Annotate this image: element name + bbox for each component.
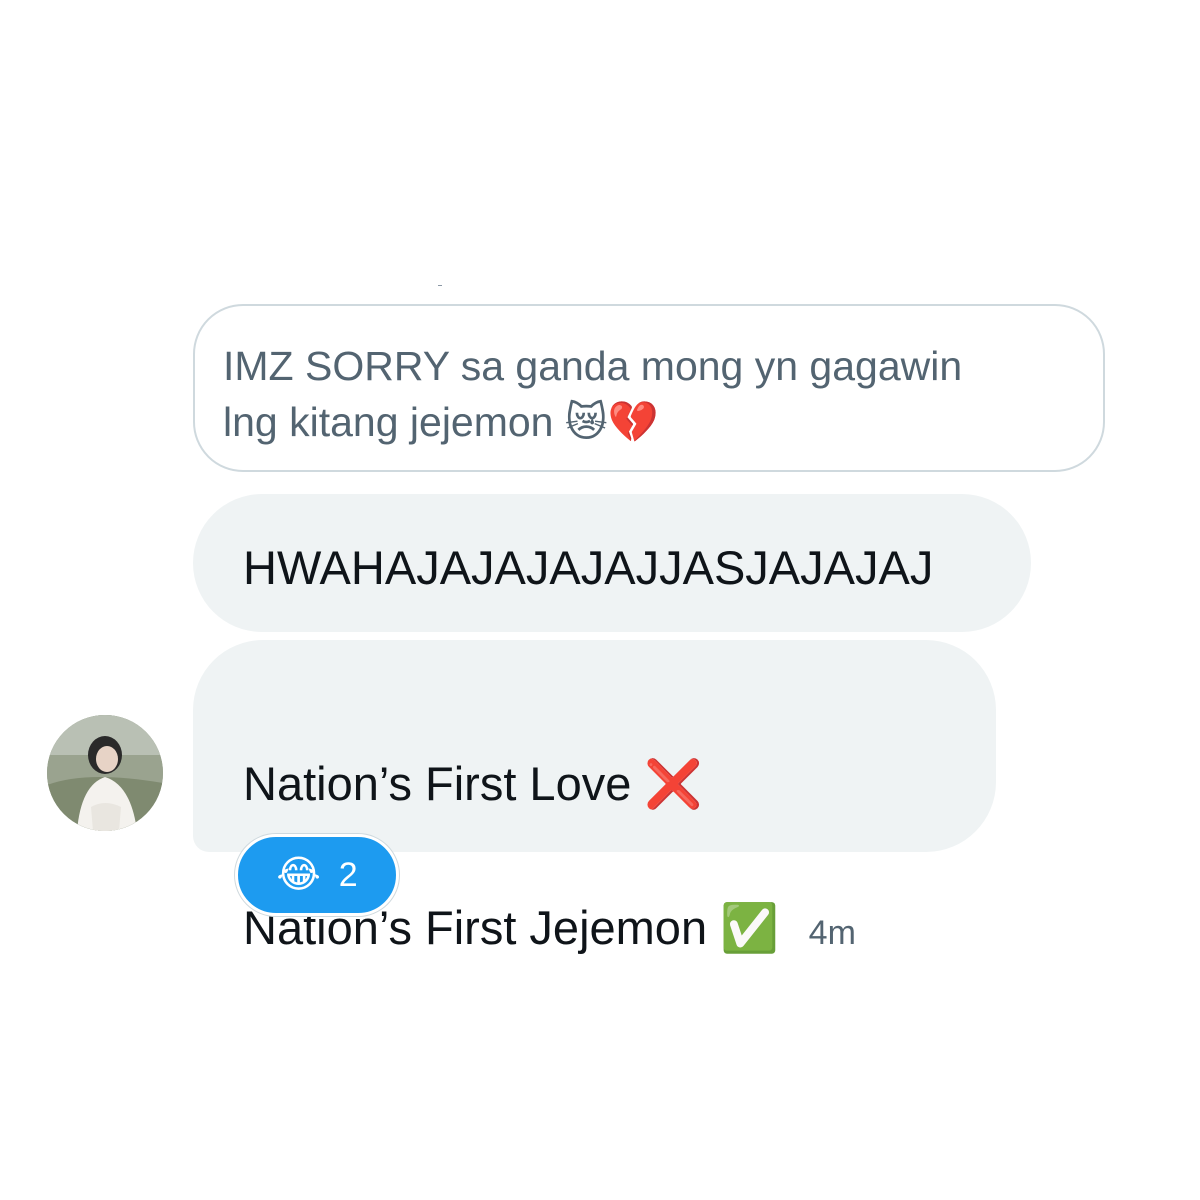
message-timestamp: 4m (808, 914, 856, 952)
message-text: HWAHAJAJAJAJAJJASJAJAJAJ (243, 541, 934, 594)
divider-dot (438, 285, 442, 286)
message-line: Nation’s First Love ❌ (243, 757, 703, 810)
reaction-count: 2 (338, 855, 358, 894)
reply-quote[interactable]: IMZ SORRY sa ganda mong yn gagawin lng k… (193, 304, 1105, 472)
dm-thread: IMZ SORRY sa ganda mong yn gagawin lng k… (0, 0, 1200, 1200)
laughing-emoji-icon: 😂 (276, 854, 321, 896)
avatar-photo-icon (47, 715, 163, 831)
message-bubble[interactable]: HWAHAJAJAJAJAJJASJAJAJAJ (193, 494, 1031, 632)
reaction-pill[interactable]: 😂 2 (235, 834, 399, 916)
avatar[interactable] (47, 715, 163, 831)
reply-quote-text: IMZ SORRY sa ganda mong yn gagawin lng k… (223, 343, 963, 445)
message-bubble[interactable]: Nation’s First Love ❌ Nation’s First Jej… (193, 640, 996, 954)
